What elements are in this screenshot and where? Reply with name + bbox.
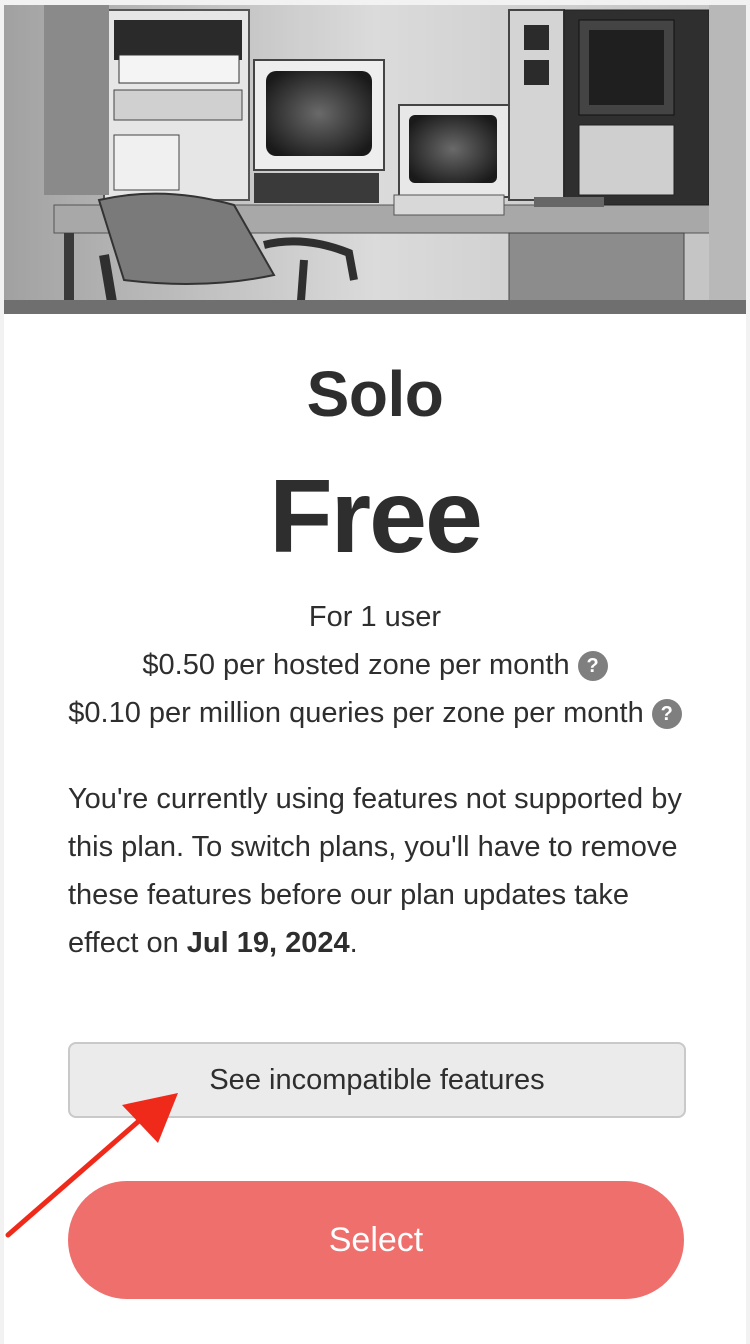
query-price-text: $0.10 per million queries per zone per m…	[68, 697, 644, 729]
notice-date: Jul 19, 2024	[186, 927, 350, 959]
question-circle-icon[interactable]: ?	[651, 699, 682, 729]
question-circle-icon[interactable]: ?	[577, 651, 608, 681]
users-line-text: For 1 user	[308, 601, 442, 633]
query-price-line: $0.10 per million queries per zone per m…	[4, 697, 746, 730]
users-line: For 1 user	[4, 601, 746, 634]
red-arrow-annotation	[5, 1093, 178, 1238]
zone-price-text: $0.50 per hosted zone per month	[142, 649, 570, 681]
notice-end: .	[349, 927, 358, 959]
plan-price: Free	[269, 459, 483, 575]
notice-text: You're currently using features not supp…	[68, 783, 682, 959]
incompatibility-notice: You're currently using features not supp…	[68, 775, 698, 967]
plan-hero-image	[4, 5, 746, 314]
plan-name: Solo	[306, 358, 444, 430]
zone-price-line: $0.50 per hosted zone per month?	[4, 649, 746, 682]
